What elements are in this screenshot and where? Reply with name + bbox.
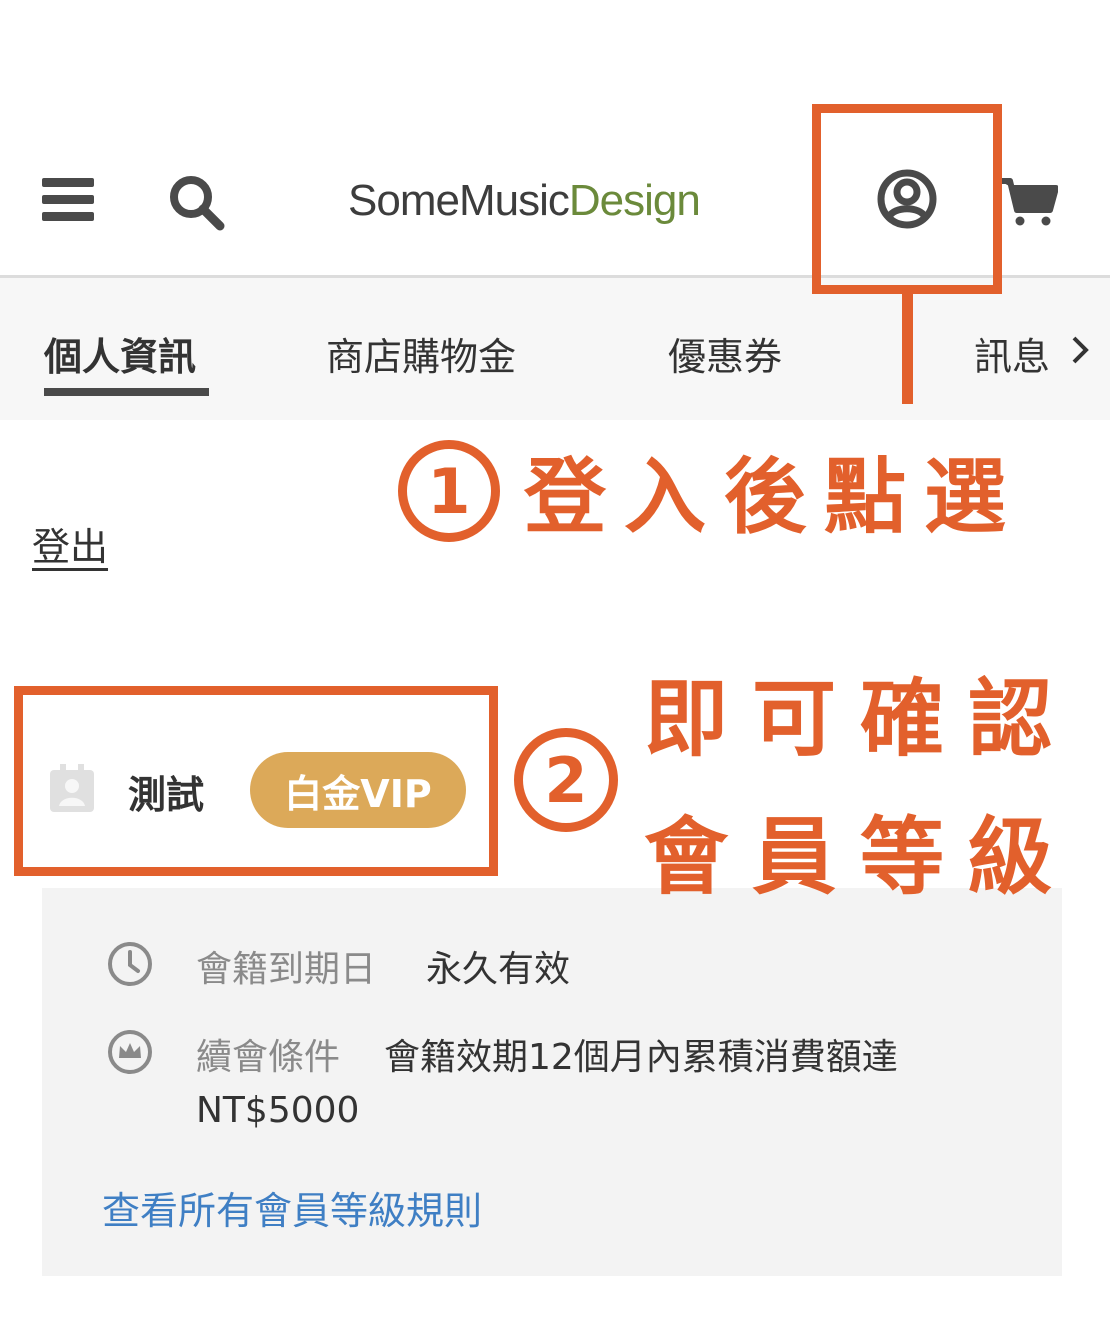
- step-2-marker: 2: [514, 728, 618, 832]
- highlight-box-member-tier: [14, 686, 498, 876]
- clock-icon: [108, 942, 152, 986]
- expiry-value: 永久有效: [426, 949, 571, 990]
- tab-store-credit[interactable]: 商店購物金: [326, 326, 516, 381]
- crown-icon: [108, 1030, 152, 1074]
- logo-text-accent: Design: [568, 176, 701, 225]
- active-tab-indicator: [44, 388, 209, 396]
- renewal-label: 續會條件: [196, 1037, 341, 1078]
- expiry-label: 會籍到期日: [196, 949, 377, 990]
- site-logo[interactable]: SomeMusicDesign: [348, 176, 701, 226]
- tab-coupons[interactable]: 優惠券: [668, 326, 782, 381]
- step-1-instruction: 登入後點選: [524, 450, 1025, 545]
- renewal-condition: 會籍效期12個月內累積消費額達: [384, 1037, 898, 1078]
- renewal-amount: NT$5000: [196, 1090, 360, 1131]
- step-2-instruction-line2: 會員等級: [644, 808, 1077, 906]
- cart-icon[interactable]: [998, 176, 1058, 226]
- annotation-connector-line: [902, 292, 913, 404]
- chevron-right-icon[interactable]: [1068, 330, 1092, 370]
- logout-link[interactable]: 登出: [32, 516, 108, 571]
- step-2-instruction-line1: 即可確認: [644, 670, 1077, 768]
- menu-icon[interactable]: [42, 178, 94, 222]
- logo-text-main: SomeMusic: [348, 176, 570, 225]
- tab-messages[interactable]: 訊息: [974, 326, 1050, 381]
- step-1-marker: 1: [398, 440, 500, 542]
- highlight-box-user-icon: [812, 104, 1002, 294]
- search-icon[interactable]: [166, 172, 226, 232]
- view-all-tiers-link[interactable]: 查看所有會員等級規則: [102, 1180, 482, 1235]
- tab-profile[interactable]: 個人資訊: [44, 326, 196, 381]
